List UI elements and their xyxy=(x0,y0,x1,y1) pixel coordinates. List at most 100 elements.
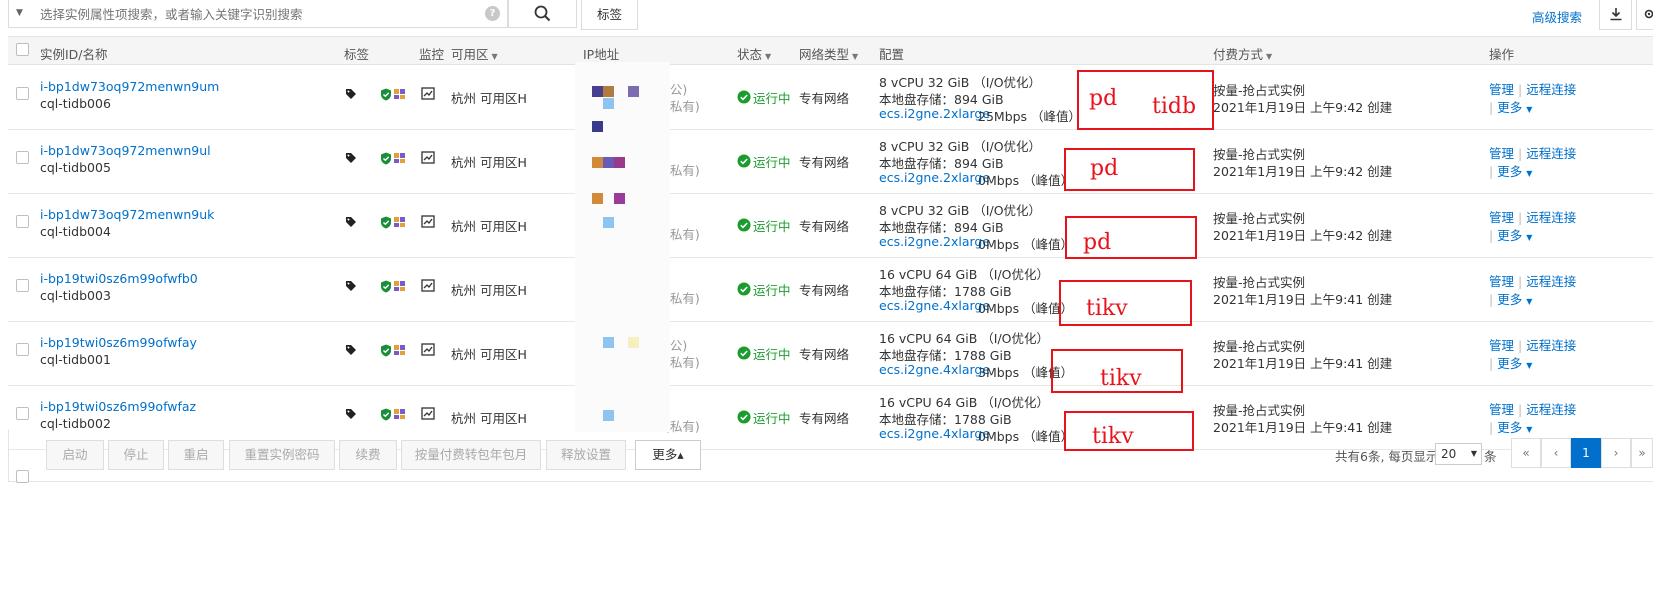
action-separator: | xyxy=(1518,402,1523,417)
more-link[interactable]: 更多 xyxy=(1497,100,1522,115)
shield-icon[interactable] xyxy=(380,280,392,296)
manage-link[interactable]: 管理 xyxy=(1489,274,1514,289)
remote-connect-link[interactable]: 远程连接 xyxy=(1526,402,1576,417)
row-more-menu[interactable]: | 更多 ▼ xyxy=(1489,225,1532,244)
tag-icon[interactable] xyxy=(345,216,357,231)
remote-connect-link[interactable]: 远程连接 xyxy=(1526,210,1576,225)
puzzle-icon[interactable] xyxy=(393,216,406,231)
remote-connect-link[interactable]: 远程连接 xyxy=(1526,274,1576,289)
tag-icon[interactable] xyxy=(345,88,357,103)
search-button[interactable] xyxy=(508,0,577,28)
page-size-select[interactable]: 20 ▼ xyxy=(1435,443,1482,465)
instance-id-link[interactable]: i-bp19twi0sz6m99ofwfay xyxy=(40,335,197,350)
row-checkbox[interactable] xyxy=(16,215,29,228)
manage-link[interactable]: 管理 xyxy=(1489,210,1514,225)
instance-spec-link[interactable]: ecs.i2gne.4xlarge xyxy=(879,362,990,377)
tag-icon[interactable] xyxy=(345,152,357,167)
row-more-menu[interactable]: | 更多 ▼ xyxy=(1489,97,1532,116)
shield-icon[interactable] xyxy=(380,344,392,360)
network-type: 专有网络 xyxy=(799,91,850,106)
monitor-chart-icon[interactable] xyxy=(421,343,435,359)
footer-select-all-checkbox[interactable] xyxy=(16,470,29,483)
remote-connect-link[interactable]: 远程连接 xyxy=(1526,146,1576,161)
row-checkbox[interactable] xyxy=(16,407,29,420)
page-1-button[interactable]: 1 xyxy=(1571,438,1601,468)
redaction-pixel xyxy=(592,157,603,168)
puzzle-icon[interactable] xyxy=(393,344,406,359)
instance-id-link[interactable]: i-bp19twi0sz6m99ofwfaz xyxy=(40,399,196,414)
release-settings-button[interactable]: 释放设置 xyxy=(546,440,626,470)
zone-value: 杭州 可用区H xyxy=(451,155,527,170)
col-status[interactable]: 状态 ▼ xyxy=(737,44,771,63)
tag-icon[interactable] xyxy=(345,280,357,295)
tag-icon[interactable] xyxy=(345,408,357,423)
annotation-label: tikv xyxy=(1086,296,1128,321)
ip-redaction-mosaic xyxy=(575,62,670,432)
puzzle-icon[interactable] xyxy=(393,408,406,423)
remote-connect-link[interactable]: 远程连接 xyxy=(1526,82,1576,97)
instance-spec-link[interactable]: ecs.i2gne.4xlarge xyxy=(879,298,990,313)
more-link[interactable]: 更多 xyxy=(1497,356,1522,371)
instance-id-link[interactable]: i-bp1dw73oq972menwn9um xyxy=(40,79,219,94)
col-actions: 操作 xyxy=(1489,47,1515,62)
puzzle-icon[interactable] xyxy=(393,280,406,295)
instance-spec-link[interactable]: ecs.i2gne.2xlarge xyxy=(879,234,990,249)
manage-link[interactable]: 管理 xyxy=(1489,82,1514,97)
manage-link[interactable]: 管理 xyxy=(1489,146,1514,161)
settings-button[interactable] xyxy=(1636,0,1653,30)
more-actions-button[interactable]: 更多▴ xyxy=(635,440,701,470)
start-button[interactable]: 启动 xyxy=(46,440,104,470)
instance-spec-link[interactable]: ecs.i2gne.2xlarge xyxy=(879,170,990,185)
monitor-chart-icon[interactable] xyxy=(421,151,435,167)
reset-password-button[interactable]: 重置实例密码 xyxy=(229,440,335,470)
row-checkbox[interactable] xyxy=(16,151,29,164)
advanced-search-link[interactable]: 高级搜索 xyxy=(1532,7,1582,26)
row-more-menu[interactable]: | 更多 ▼ xyxy=(1489,161,1532,180)
monitor-chart-icon[interactable] xyxy=(421,215,435,231)
instance-id-link[interactable]: i-bp1dw73oq972menwn9uk xyxy=(40,207,214,222)
last-page-button[interactable]: » xyxy=(1631,438,1653,468)
col-billing[interactable]: 付费方式 ▼ xyxy=(1213,44,1272,63)
first-page-button[interactable]: « xyxy=(1511,438,1541,468)
row-more-menu[interactable]: | 更多 ▼ xyxy=(1489,353,1532,372)
more-link[interactable]: 更多 xyxy=(1497,164,1522,179)
monitor-chart-icon[interactable] xyxy=(421,407,435,423)
shield-icon[interactable] xyxy=(380,88,392,104)
row-checkbox[interactable] xyxy=(16,87,29,100)
monitor-chart-icon[interactable] xyxy=(421,87,435,103)
created-time: 2021年1月19日 上午9:42 创建 xyxy=(1213,100,1393,115)
puzzle-icon[interactable] xyxy=(393,88,406,103)
download-button[interactable] xyxy=(1599,0,1632,30)
zone-value: 杭州 可用区H xyxy=(451,91,527,106)
prev-page-button[interactable]: ‹ xyxy=(1541,438,1571,468)
row-more-menu[interactable]: | 更多 ▼ xyxy=(1489,289,1532,308)
instance-id-link[interactable]: i-bp19twi0sz6m99ofwfb0 xyxy=(40,271,198,286)
help-icon[interactable]: ? xyxy=(485,6,500,21)
puzzle-icon[interactable] xyxy=(393,152,406,167)
remote-connect-link[interactable]: 远程连接 xyxy=(1526,338,1576,353)
shield-icon[interactable] xyxy=(380,152,392,168)
shield-icon[interactable] xyxy=(380,408,392,424)
instance-spec-link[interactable]: ecs.i2gne.2xlarge xyxy=(879,106,990,121)
tag-filter-button[interactable]: 标签 xyxy=(581,0,638,30)
renew-button[interactable]: 续费 xyxy=(339,440,397,470)
next-page-button[interactable]: › xyxy=(1601,438,1631,468)
manage-link[interactable]: 管理 xyxy=(1489,338,1514,353)
search-input[interactable] xyxy=(40,2,480,26)
more-link[interactable]: 更多 xyxy=(1497,228,1522,243)
stop-button[interactable]: 停止 xyxy=(108,440,164,470)
instance-id-link[interactable]: i-bp1dw73oq972menwn9ul xyxy=(40,143,211,158)
col-network[interactable]: 网络类型 ▼ xyxy=(799,44,858,63)
row-checkbox[interactable] xyxy=(16,279,29,292)
row-checkbox[interactable] xyxy=(16,343,29,356)
restart-button[interactable]: 重启 xyxy=(168,440,224,470)
shield-icon[interactable] xyxy=(380,216,392,232)
select-all-checkbox[interactable] xyxy=(16,43,29,56)
col-zone[interactable]: 可用区 ▼ xyxy=(451,44,498,63)
manage-link[interactable]: 管理 xyxy=(1489,402,1514,417)
search-filter-caret-icon[interactable]: ▼ xyxy=(16,8,23,18)
monitor-chart-icon[interactable] xyxy=(421,279,435,295)
tag-icon[interactable] xyxy=(345,344,357,359)
convert-billing-button[interactable]: 按量付费转包年包月 xyxy=(401,440,541,470)
more-link[interactable]: 更多 xyxy=(1497,292,1522,307)
